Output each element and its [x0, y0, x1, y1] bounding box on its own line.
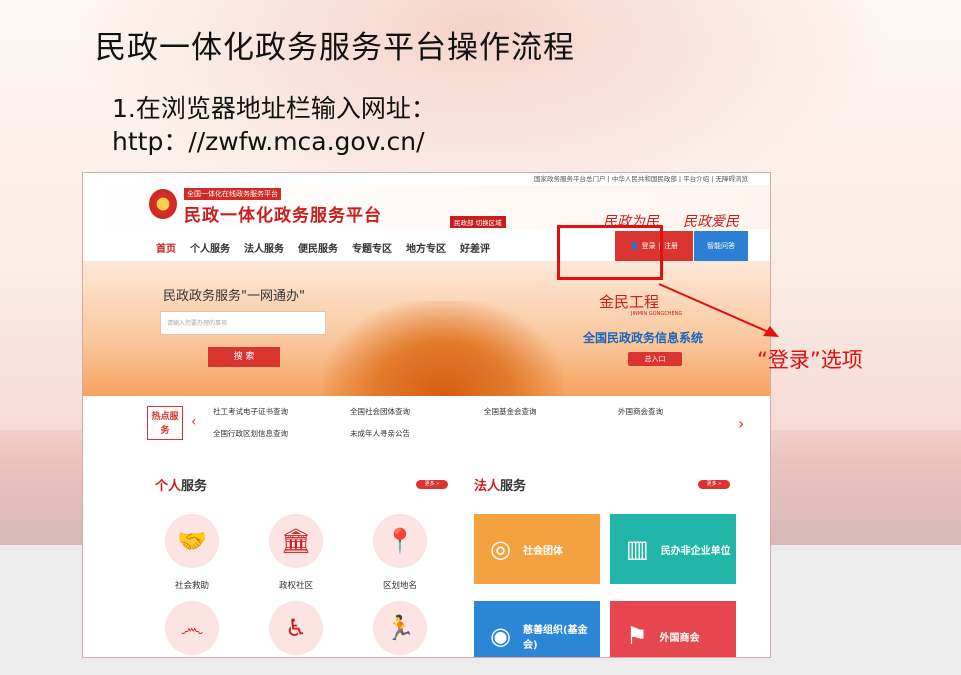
- hot-link[interactable]: 全国行政区划信息查询: [213, 428, 288, 439]
- site-header: 全国一体化在线政务服务平台 民政一体化政务服务平台 民政部 切换区域 民政为民 …: [83, 185, 770, 230]
- legal-more-button[interactable]: 更多 »: [698, 480, 730, 489]
- search-button[interactable]: 搜 索: [208, 347, 280, 367]
- jinmin-entry-button[interactable]: 总入口: [628, 352, 682, 366]
- commerce-flag-icon: ⚑: [626, 622, 648, 650]
- legal-card-private-nonenterprise[interactable]: ▥ 民办非企业单位: [610, 514, 736, 584]
- national-emblem-icon: [149, 189, 177, 219]
- top-links[interactable]: 国家政务服务平台总门户 | 中华人民共和国民政部 | 平台介绍 | 无障碍浏览: [83, 173, 770, 185]
- ring-icon: ◎: [490, 535, 511, 563]
- login-annotation: “登录”选项: [757, 348, 863, 372]
- nav-convenience[interactable]: 便民服务: [298, 240, 338, 255]
- crowd-illustration: [323, 301, 563, 396]
- office-building-icon: ▥: [626, 535, 649, 563]
- nav-personal[interactable]: 个人服务: [190, 240, 230, 255]
- legal-services-title: 法人服务: [474, 479, 527, 494]
- nav-legal[interactable]: 法人服务: [244, 240, 284, 255]
- service-label[interactable]: 政权社区: [256, 579, 336, 591]
- legal-card-charity[interactable]: ◉ 慈善组织(基金会): [474, 601, 600, 657]
- service-label[interactable]: 区划地名: [360, 579, 440, 591]
- chevron-left-icon[interactable]: ‹: [191, 414, 197, 430]
- service-label[interactable]: 社会救助: [152, 579, 232, 591]
- legal-card-foreign-chamber[interactable]: ⚑ 外国商会: [610, 601, 736, 657]
- running-person-icon[interactable]: 🏃: [373, 601, 427, 655]
- platform-title: 民政一体化政务服务平台: [184, 206, 382, 226]
- swirl-icon[interactable]: ෴: [165, 601, 219, 655]
- nav-local[interactable]: 地方专区: [406, 240, 446, 255]
- region-switch[interactable]: 民政部 切换区域: [450, 216, 506, 228]
- website-screenshot: 国家政务服务平台总门户 | 中华人民共和国民政部 | 平台介绍 | 无障碍浏览 …: [82, 172, 771, 658]
- hot-link[interactable]: 未成年人寻亲公告: [350, 428, 410, 439]
- nav-rating[interactable]: 好差评: [460, 240, 490, 255]
- hot-link[interactable]: 外国商会查询: [618, 406, 663, 417]
- personal-more-button[interactable]: 更多 »: [416, 480, 448, 489]
- building-icon[interactable]: 🏛: [269, 514, 323, 568]
- jinmin-logo: 金民工程: [599, 293, 660, 311]
- slide-title: 民政一体化政务服务平台操作流程: [95, 30, 575, 66]
- hero-title: 民政政务服务"一网通办": [163, 289, 305, 304]
- smart-qa-button[interactable]: 智能问答: [694, 231, 748, 261]
- handshake-icon[interactable]: 🤝: [165, 514, 219, 568]
- hot-services: 热点服务 ‹ 社工考试电子证书查询 全国社会团体查询 全国基金会查询 外国商会查…: [83, 396, 770, 456]
- nav-home[interactable]: 首页: [156, 240, 176, 255]
- hot-link[interactable]: 社工考试电子证书查询: [213, 406, 288, 417]
- login-highlight-box: [557, 225, 663, 280]
- hot-link[interactable]: 全国社会团体查询: [350, 406, 410, 417]
- chevron-right-icon[interactable]: ›: [738, 414, 744, 433]
- legal-card-social-groups[interactable]: ◎ 社会团体: [474, 514, 600, 584]
- nav-topics[interactable]: 专题专区: [352, 240, 392, 255]
- slogan-2: 民政爱民: [683, 214, 739, 230]
- hot-services-badge: 热点服务: [147, 406, 183, 440]
- wheelchair-icon[interactable]: ♿: [269, 601, 323, 655]
- search-input[interactable]: 请输入您要办理的事项: [160, 311, 326, 335]
- step-instruction: 1.在浏览器地址栏输入网址：http：//zwfw.mca.gov.cn/: [112, 94, 436, 156]
- map-pin-icon[interactable]: 📍: [373, 514, 427, 568]
- platform-subtitle: 全国一体化在线政务服务平台: [184, 188, 281, 200]
- hot-link[interactable]: 全国基金会查询: [484, 406, 537, 417]
- register-link[interactable]: 注册: [664, 241, 678, 251]
- coins-icon: ◉: [490, 622, 511, 650]
- annotation-arrow-icon: [658, 283, 779, 337]
- personal-services-title: 个人服务: [155, 479, 208, 494]
